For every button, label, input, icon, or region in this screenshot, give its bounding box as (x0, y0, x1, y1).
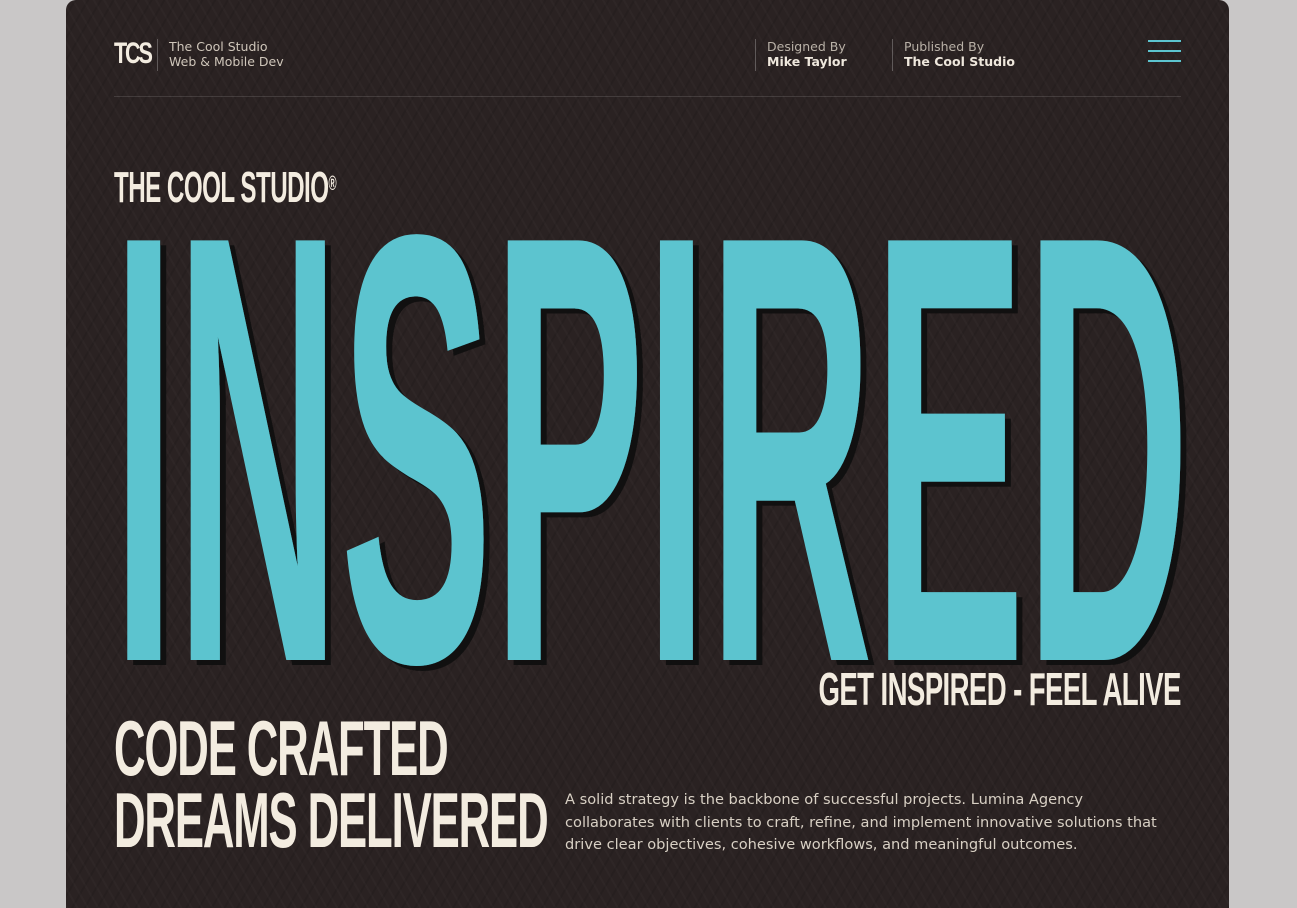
page-frame: TCS The Cool Studio Web & Mobile Dev Des… (66, 0, 1229, 908)
designed-by: Designed By Mike Taylor (755, 39, 847, 71)
menu-bar (1148, 50, 1181, 52)
published-by: Published By The Cool Studio (892, 39, 1015, 71)
designed-by-label: Designed By (767, 39, 846, 54)
brand-title: THE COOL STUDIO® (114, 166, 337, 210)
hero-headline: CODE CRAFTED DREAMS DELIVERED (114, 704, 549, 864)
hero-tagline: GET INSPIRED - FEEL ALIVE (818, 663, 1182, 715)
published-by-value: The Cool Studio (904, 54, 1015, 69)
site-header: TCS The Cool Studio Web & Mobile Dev Des… (114, 0, 1181, 97)
studio-name: The Cool Studio (169, 39, 268, 54)
hamburger-menu-icon[interactable] (1148, 40, 1181, 62)
hero-word-text: INSPIRED (112, 205, 1190, 675)
designed-by-value: Mike Taylor (767, 54, 847, 69)
published-by-label: Published By (904, 39, 985, 54)
studio-info: The Cool Studio Web & Mobile Dev (169, 39, 284, 69)
logo[interactable]: TCS (114, 38, 153, 70)
headline-line-2: DREAMS DELIVERED (114, 776, 549, 864)
registered-mark: ® (328, 173, 337, 195)
headline-line-1: CODE CRAFTED (114, 704, 449, 792)
hero-word: INSPIRED (112, 205, 1190, 675)
studio-tagline: Web & Mobile Dev (169, 54, 284, 69)
menu-bar (1148, 40, 1181, 42)
menu-bar (1148, 60, 1181, 62)
hero-description: A solid strategy is the backbone of succ… (565, 791, 1157, 853)
logo-divider (157, 39, 158, 71)
